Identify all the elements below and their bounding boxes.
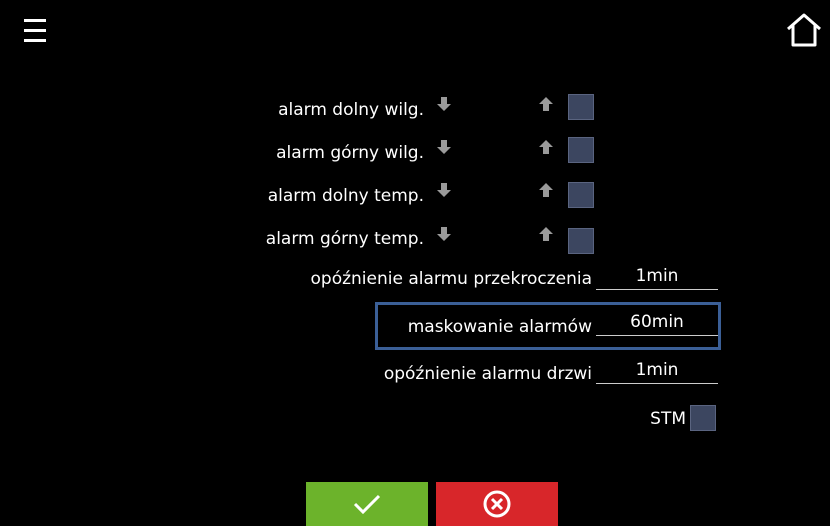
masking-label: maskowanie alarmów [407,317,592,337]
stm-label: STM [650,409,686,429]
home-icon [787,13,821,47]
stm-checkbox[interactable] [690,405,716,431]
arrow-down-icon [437,140,451,154]
alarm-checkbox-humidity-high[interactable] [568,137,594,163]
alarm-label: alarm dolny wilg. [278,100,424,120]
arrow-up-icon [539,183,553,197]
arrow-up-icon [539,140,553,154]
menu-button[interactable] [22,16,54,46]
hamburger-menu-icon [24,19,46,42]
door-delay-field[interactable]: 1min [596,360,718,384]
alarm-checkbox-temp-low[interactable] [568,182,594,208]
alarm-checkbox-humidity-low[interactable] [568,94,594,120]
exceed-delay-field[interactable]: 1min [596,266,718,290]
arrow-down-icon [437,183,451,197]
cancel-button[interactable] [436,482,558,526]
cancel-circle-x-icon [483,490,511,518]
arrow-up-icon [539,97,553,111]
arrow-down-icon [437,97,451,111]
arrow-up-icon [539,227,553,241]
alarm-checkbox-temp-high[interactable] [568,228,594,254]
alarm-label: alarm górny temp. [265,229,424,249]
alarm-label: alarm dolny temp. [267,186,424,206]
door-delay-label: opóźnienie alarmu drzwi [383,364,592,384]
home-button[interactable] [784,12,824,48]
arrow-down-icon [437,227,451,241]
checkmark-icon [353,494,381,515]
exceed-delay-label: opóźnienie alarmu przekroczenia [310,269,593,289]
masking-field[interactable]: 60min [596,312,718,336]
alarm-label: alarm górny wilg. [276,143,424,163]
confirm-button[interactable] [306,482,428,526]
